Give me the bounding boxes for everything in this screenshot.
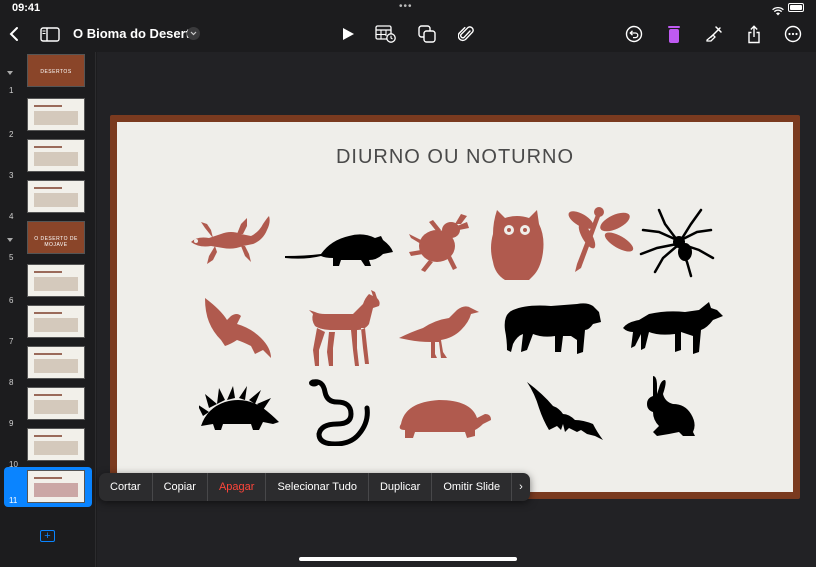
slide-preview: DESERTOS — [27, 54, 85, 87]
snake-image[interactable] — [307, 378, 373, 446]
slide-preview — [27, 470, 85, 503]
paperclip-icon — [458, 26, 474, 42]
slide-thumbnail-9[interactable]: 9 — [0, 387, 96, 428]
current-slide[interactable]: DIURNO OU NOTURNO — [110, 115, 800, 499]
slide-thumbnail-4[interactable]: 4 — [0, 180, 96, 221]
dragonfly-image[interactable] — [561, 206, 635, 276]
slide-preview — [27, 98, 85, 131]
disclosure-triangle-icon[interactable] — [7, 238, 13, 242]
bat-image[interactable] — [525, 380, 605, 442]
slide-thumbnail-11[interactable]: 11 — [4, 467, 92, 507]
porcupine-image[interactable] — [199, 386, 281, 434]
title-menu-button[interactable] — [187, 27, 200, 40]
share-button[interactable] — [742, 22, 766, 46]
slide-number: 2 — [9, 130, 14, 139]
copy-menu-item[interactable]: Copiar — [153, 473, 208, 501]
slide-content: DIURNO OU NOTURNO — [117, 122, 793, 492]
deer-image[interactable] — [303, 290, 383, 368]
slide-preview-title: DESERTOS — [40, 69, 72, 75]
skip-slide-menu-item[interactable]: Omitir Slide — [432, 473, 513, 501]
cut-menu-item[interactable]: Cortar — [99, 473, 153, 501]
undo-button[interactable] — [622, 22, 646, 46]
slide-thumbnail-8[interactable]: 8 — [0, 346, 96, 387]
play-icon — [342, 28, 354, 40]
slide-thumbnail-1[interactable]: DESERTOS 1 — [0, 54, 96, 95]
crow-image[interactable] — [399, 302, 479, 360]
slide-title[interactable]: DIURNO OU NOTURNO — [117, 146, 793, 169]
rabbit-image[interactable] — [639, 374, 699, 438]
sidebar-icon — [40, 26, 60, 42]
slide-number: 4 — [9, 212, 14, 221]
status-bar: 09:41 ••• — [0, 0, 816, 16]
lizard-image[interactable] — [187, 212, 273, 270]
attach-button[interactable] — [454, 22, 478, 46]
sidebar-toggle-button[interactable] — [38, 22, 62, 46]
slide-number: 1 — [9, 86, 14, 95]
slide-thumbnail-3[interactable]: 3 — [0, 139, 96, 180]
select-all-menu-item[interactable]: Selecionar Tudo — [266, 473, 369, 501]
slide-preview-title: O DESERTO DE MOJAVE — [34, 236, 78, 248]
slide-number: 5 — [9, 253, 14, 262]
more-button[interactable] — [781, 22, 805, 46]
slide-number: 7 — [9, 337, 14, 346]
disclosure-triangle-icon[interactable] — [7, 71, 13, 75]
play-button[interactable] — [336, 22, 360, 46]
format-button[interactable] — [662, 22, 686, 46]
slide-preview — [27, 139, 85, 172]
shapes-button[interactable] — [415, 22, 439, 46]
slide-number: 8 — [9, 378, 14, 387]
document-title[interactable]: O Bioma do Deserto — [73, 26, 198, 41]
table-button[interactable] — [374, 22, 398, 46]
paintbrush-icon — [706, 26, 722, 42]
shapes-icon — [418, 25, 436, 43]
toolbar: O Bioma do Deserto — [0, 16, 816, 52]
chevron-left-icon — [9, 27, 18, 41]
hawk-image[interactable] — [201, 294, 273, 364]
wolf-image[interactable] — [623, 300, 723, 356]
slide-number: 3 — [9, 171, 14, 180]
slide-preview — [27, 428, 85, 461]
beetle-image[interactable] — [407, 210, 473, 276]
slide-thumbnail-6[interactable]: 6 — [0, 264, 96, 305]
slide-preview — [27, 305, 85, 338]
undo-icon — [625, 25, 643, 43]
slide-thumbnail-10[interactable]: 10 — [0, 428, 96, 469]
paintbrush-button[interactable] — [702, 22, 726, 46]
chevron-down-icon — [190, 31, 197, 36]
slide-thumbnail-7[interactable]: 7 — [0, 305, 96, 346]
tortoise-image[interactable] — [395, 394, 491, 440]
slide-thumbnail-5[interactable]: O DESERTO DE MOJAVE 5 — [0, 221, 96, 262]
slide-preview — [27, 387, 85, 420]
multitasking-dots[interactable]: ••• — [399, 1, 413, 12]
slide-preview: O DESERTO DE MOJAVE — [27, 221, 85, 254]
tiger-image[interactable] — [503, 300, 603, 356]
slide-preview — [27, 180, 85, 213]
duplicate-menu-item[interactable]: Duplicar — [369, 473, 433, 501]
status-time: 09:41 — [12, 2, 41, 14]
share-icon — [748, 24, 760, 43]
format-icon — [668, 25, 680, 43]
add-slide-button[interactable]: + — [40, 530, 55, 542]
slide-thumbnail-2[interactable]: 2 — [0, 98, 96, 139]
table-icon — [375, 25, 396, 43]
slide-preview — [27, 264, 85, 297]
more-icon — [784, 25, 802, 43]
rat-image[interactable] — [285, 226, 395, 268]
context-menu: Cortar Copiar Apagar Selecionar Tudo Duplica… — [99, 473, 530, 501]
slide-navigator[interactable]: + DESERTOS 1 2 3 4 O DESERTO DE MOJAVE 5 6 7 8 9 10… — [0, 52, 96, 567]
battery-icon — [788, 3, 804, 12]
plus-icon: + — [44, 529, 51, 542]
slide-number: 9 — [9, 419, 14, 428]
owl-image[interactable] — [487, 206, 547, 280]
slide-preview — [27, 346, 85, 379]
back-button[interactable] — [2, 22, 26, 46]
more-options-chevron[interactable]: › — [512, 473, 530, 501]
spider-image[interactable] — [639, 206, 715, 280]
delete-menu-item[interactable]: Apagar — [208, 473, 267, 501]
home-indicator[interactable] — [299, 557, 517, 561]
slide-number: 6 — [9, 296, 14, 305]
slide-number: 11 — [9, 496, 18, 505]
